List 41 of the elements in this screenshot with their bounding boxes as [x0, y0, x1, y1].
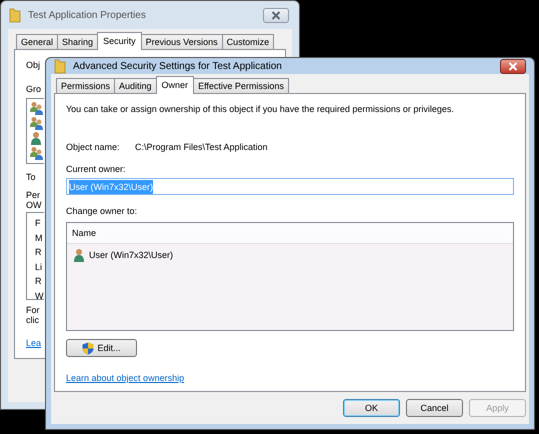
- permission-name: F: [35, 217, 42, 230]
- tab[interactable]: Owner: [156, 76, 194, 94]
- shield-icon: [82, 342, 94, 354]
- permission-name: R: [35, 246, 42, 259]
- user-icon: [73, 248, 85, 262]
- users-icon: [30, 146, 43, 160]
- column-header[interactable]: Name: [72, 226, 96, 240]
- dialog-button[interactable]: Cancel: [406, 399, 463, 417]
- edit-button[interactable]: Edit...: [66, 339, 137, 357]
- close-icon: [508, 62, 518, 70]
- object-name-value: C:\Program Files\Test Application: [135, 141, 268, 154]
- instruction-text: To: [26, 171, 36, 184]
- groups-list[interactable]: [26, 98, 44, 164]
- groups-label: Gro: [26, 83, 42, 96]
- current-owner-label: Current owner:: [66, 163, 126, 176]
- users-icon: [30, 116, 43, 130]
- permission-name: Li: [35, 260, 44, 274]
- tab[interactable]: Auditing: [114, 78, 157, 93]
- tab[interactable]: Permissions: [56, 78, 116, 93]
- tab[interactable]: Effective Permissions: [193, 78, 289, 93]
- folder-icon: [53, 58, 67, 74]
- close-icon: [271, 10, 281, 20]
- users-icon: [30, 101, 43, 115]
- description-text: You can take or assign ownership of this object if you have the required permissions or privileges.: [66, 103, 454, 116]
- dialog-button[interactable]: OK: [343, 399, 400, 417]
- note-text: For clic: [26, 305, 40, 325]
- change-owner-label: Change owner to:: [66, 205, 138, 218]
- owner-row[interactable]: User (Win7x32\User): [67, 244, 513, 266]
- object-name-label: Object name:: [66, 141, 121, 154]
- window-title: Test Application Properties: [28, 10, 147, 20]
- object-label: Obj: [26, 59, 40, 72]
- folder-icon: [8, 7, 22, 23]
- permission-name: M: [35, 232, 44, 244]
- permission-name: R: [35, 275, 42, 288]
- close-button[interactable]: [500, 58, 526, 74]
- permission-name: W: [35, 290, 44, 302]
- window-title: Advanced Security Settings for Test Application: [73, 60, 283, 72]
- permissions-label: Per OW: [26, 190, 42, 210]
- user-icon: [30, 131, 42, 145]
- help-link[interactable]: Learn about object ownership: [66, 371, 184, 385]
- help-link[interactable]: Lea: [26, 336, 42, 350]
